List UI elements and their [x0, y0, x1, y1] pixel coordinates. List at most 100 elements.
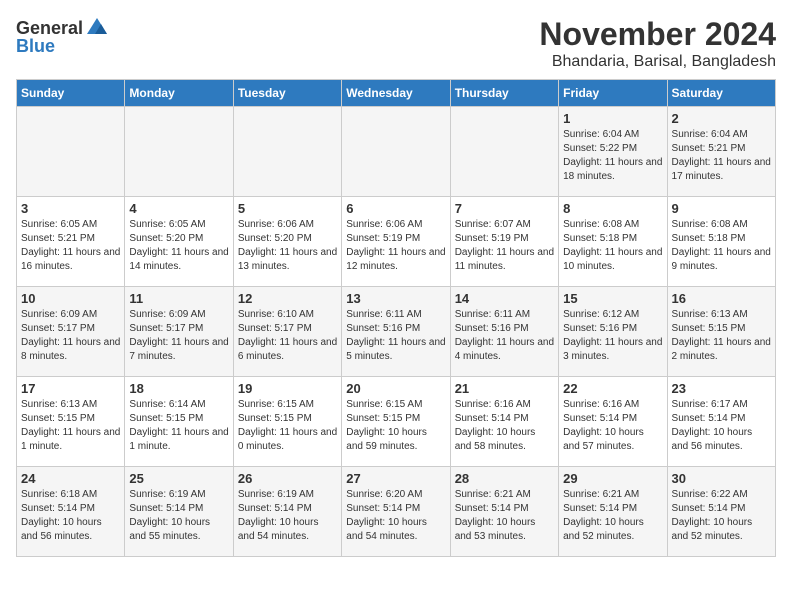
- logo-icon: [85, 16, 109, 40]
- day-number: 6: [346, 201, 445, 216]
- day-number: 24: [21, 471, 120, 486]
- calendar-cell: 19Sunrise: 6:15 AM Sunset: 5:15 PM Dayli…: [233, 377, 341, 467]
- day-number: 3: [21, 201, 120, 216]
- day-number: 16: [672, 291, 771, 306]
- calendar-cell: 23Sunrise: 6:17 AM Sunset: 5:14 PM Dayli…: [667, 377, 775, 467]
- month-title: November 2024: [539, 16, 776, 53]
- calendar-cell: 24 Sunrise: 6:18 AM Sunset: 5:14 PM Dayli…: [17, 467, 125, 557]
- calendar-cell: 6 Sunrise: 6:06 AM Sunset: 5:19 PM Daylig…: [342, 197, 450, 287]
- day-info: Sunrise: 6:19 AM Sunset: 5:14 PM Dayligh…: [238, 488, 337, 544]
- day-number: 30: [672, 471, 771, 486]
- calendar-cell: [17, 107, 125, 197]
- day-number: 28: [455, 471, 554, 486]
- day-number: 5: [238, 201, 337, 216]
- calendar-cell: 22Sunrise: 6:16 AM Sunset: 5:14 PM Dayli…: [559, 377, 667, 467]
- day-info: Sunrise: 6:16 AM Sunset: 5:14 PM Dayligh…: [455, 398, 554, 454]
- day-number: 11: [129, 291, 228, 306]
- calendar-cell: 2Sunrise: 6:04 AM Sunset: 5:21 PM Daylig…: [667, 107, 775, 197]
- day-info: Sunrise: 6:14 AM Sunset: 5:15 PM Dayligh…: [129, 398, 228, 454]
- calendar-cell: 25 Sunrise: 6:19 AM Sunset: 5:14 PM Dayli…: [125, 467, 233, 557]
- calendar-cell: 29 Sunrise: 6:21 AM Sunset: 5:14 PM Dayli…: [559, 467, 667, 557]
- day-number: 13: [346, 291, 445, 306]
- calendar-body: 1 Sunrise: 6:04 AM Sunset: 5:22 PM Daylig…: [17, 107, 776, 557]
- calendar-cell: 27 Sunrise: 6:20 AM Sunset: 5:14 PM Dayli…: [342, 467, 450, 557]
- calendar-cell: 17Sunrise: 6:13 AM Sunset: 5:15 PM Dayli…: [17, 377, 125, 467]
- calendar-cell: [233, 107, 341, 197]
- calendar-cell: 16Sunrise: 6:13 AM Sunset: 5:15 PM Dayli…: [667, 287, 775, 377]
- calendar-cell: [125, 107, 233, 197]
- day-info: Sunrise: 6:21 AM Sunset: 5:14 PM Dayligh…: [455, 488, 554, 544]
- day-info: Sunrise: 6:19 AM Sunset: 5:14 PM Dayligh…: [129, 488, 228, 544]
- calendar-cell: 7 Sunrise: 6:07 AM Sunset: 5:19 PM Daylig…: [450, 197, 558, 287]
- calendar-week-3: 17Sunrise: 6:13 AM Sunset: 5:15 PM Dayli…: [17, 377, 776, 467]
- calendar-table: SundayMondayTuesdayWednesdayThursdayFrid…: [16, 79, 776, 557]
- calendar-header-saturday: Saturday: [667, 80, 775, 107]
- calendar-cell: 13 Sunrise: 6:11 AM Sunset: 5:16 PM Dayli…: [342, 287, 450, 377]
- day-info: Sunrise: 6:22 AM Sunset: 5:14 PM Dayligh…: [672, 488, 771, 544]
- calendar-week-1: 3 Sunrise: 6:05 AM Sunset: 5:21 PM Daylig…: [17, 197, 776, 287]
- day-number: 20: [346, 381, 445, 396]
- calendar-week-0: 1 Sunrise: 6:04 AM Sunset: 5:22 PM Daylig…: [17, 107, 776, 197]
- day-number: 7: [455, 201, 554, 216]
- logo-blue: Blue: [16, 36, 55, 57]
- day-number: 10: [21, 291, 120, 306]
- calendar-cell: 15Sunrise: 6:12 AM Sunset: 5:16 PM Dayli…: [559, 287, 667, 377]
- day-info: Sunrise: 6:06 AM Sunset: 5:19 PM Dayligh…: [346, 218, 445, 274]
- calendar-cell: 9 Sunrise: 6:08 AM Sunset: 5:18 PM Daylig…: [667, 197, 775, 287]
- day-number: 12: [238, 291, 337, 306]
- day-number: 27: [346, 471, 445, 486]
- day-number: 23: [672, 381, 771, 396]
- logo: General Blue: [16, 16, 109, 57]
- calendar-header-monday: Monday: [125, 80, 233, 107]
- day-info: Sunrise: 6:07 AM Sunset: 5:19 PM Dayligh…: [455, 218, 554, 274]
- calendar-header-wednesday: Wednesday: [342, 80, 450, 107]
- day-number: 19: [238, 381, 337, 396]
- day-number: 22: [563, 381, 662, 396]
- calendar-cell: 10 Sunrise: 6:09 AM Sunset: 5:17 PM Dayli…: [17, 287, 125, 377]
- day-number: 29: [563, 471, 662, 486]
- day-number: 21: [455, 381, 554, 396]
- day-info: Sunrise: 6:20 AM Sunset: 5:14 PM Dayligh…: [346, 488, 445, 544]
- day-info: Sunrise: 6:08 AM Sunset: 5:18 PM Dayligh…: [563, 218, 662, 274]
- page-header: General Blue November 2024 Bhandaria, Ba…: [16, 16, 776, 71]
- day-info: Sunrise: 6:21 AM Sunset: 5:14 PM Dayligh…: [563, 488, 662, 544]
- day-number: 9: [672, 201, 771, 216]
- day-info: Sunrise: 6:18 AM Sunset: 5:14 PM Dayligh…: [21, 488, 120, 544]
- calendar-cell: 12 Sunrise: 6:10 AM Sunset: 5:17 PM Dayli…: [233, 287, 341, 377]
- day-info: Sunrise: 6:04 AM Sunset: 5:21 PM Dayligh…: [672, 128, 771, 184]
- calendar-cell: 3 Sunrise: 6:05 AM Sunset: 5:21 PM Daylig…: [17, 197, 125, 287]
- day-number: 14: [455, 291, 554, 306]
- calendar-header-thursday: Thursday: [450, 80, 558, 107]
- day-info: Sunrise: 6:08 AM Sunset: 5:18 PM Dayligh…: [672, 218, 771, 274]
- calendar-cell: 1 Sunrise: 6:04 AM Sunset: 5:22 PM Daylig…: [559, 107, 667, 197]
- title-block: November 2024 Bhandaria, Barisal, Bangla…: [539, 16, 776, 71]
- calendar-cell: 21 Sunrise: 6:16 AM Sunset: 5:14 PM Dayli…: [450, 377, 558, 467]
- day-info: Sunrise: 6:11 AM Sunset: 5:16 PM Dayligh…: [346, 308, 445, 364]
- calendar-cell: 28 Sunrise: 6:21 AM Sunset: 5:14 PM Dayli…: [450, 467, 558, 557]
- calendar-cell: 8 Sunrise: 6:08 AM Sunset: 5:18 PM Daylig…: [559, 197, 667, 287]
- calendar-cell: 30 Sunrise: 6:22 AM Sunset: 5:14 PM Dayli…: [667, 467, 775, 557]
- day-number: 8: [563, 201, 662, 216]
- calendar-header-sunday: Sunday: [17, 80, 125, 107]
- day-info: Sunrise: 6:06 AM Sunset: 5:20 PM Dayligh…: [238, 218, 337, 274]
- day-info: Sunrise: 6:04 AM Sunset: 5:22 PM Dayligh…: [563, 128, 662, 184]
- calendar-header-friday: Friday: [559, 80, 667, 107]
- day-number: 26: [238, 471, 337, 486]
- day-number: 18: [129, 381, 228, 396]
- day-info: Sunrise: 6:11 AM Sunset: 5:16 PM Dayligh…: [455, 308, 554, 364]
- day-info: Sunrise: 6:13 AM Sunset: 5:15 PM Dayligh…: [21, 398, 120, 454]
- day-info: Sunrise: 6:09 AM Sunset: 5:17 PM Dayligh…: [21, 308, 120, 364]
- calendar-header-row: SundayMondayTuesdayWednesdayThursdayFrid…: [17, 80, 776, 107]
- day-number: 25: [129, 471, 228, 486]
- day-info: Sunrise: 6:10 AM Sunset: 5:17 PM Dayligh…: [238, 308, 337, 364]
- day-info: Sunrise: 6:09 AM Sunset: 5:17 PM Dayligh…: [129, 308, 228, 364]
- calendar-cell: 14 Sunrise: 6:11 AM Sunset: 5:16 PM Dayli…: [450, 287, 558, 377]
- calendar-week-2: 10 Sunrise: 6:09 AM Sunset: 5:17 PM Dayli…: [17, 287, 776, 377]
- calendar-cell: 18 Sunrise: 6:14 AM Sunset: 5:15 PM Dayli…: [125, 377, 233, 467]
- day-info: Sunrise: 6:12 AM Sunset: 5:16 PM Dayligh…: [563, 308, 662, 364]
- day-number: 1: [563, 111, 662, 126]
- day-info: Sunrise: 6:05 AM Sunset: 5:21 PM Dayligh…: [21, 218, 120, 274]
- calendar-cell: 5 Sunrise: 6:06 AM Sunset: 5:20 PM Daylig…: [233, 197, 341, 287]
- calendar-week-4: 24 Sunrise: 6:18 AM Sunset: 5:14 PM Dayli…: [17, 467, 776, 557]
- day-number: 4: [129, 201, 228, 216]
